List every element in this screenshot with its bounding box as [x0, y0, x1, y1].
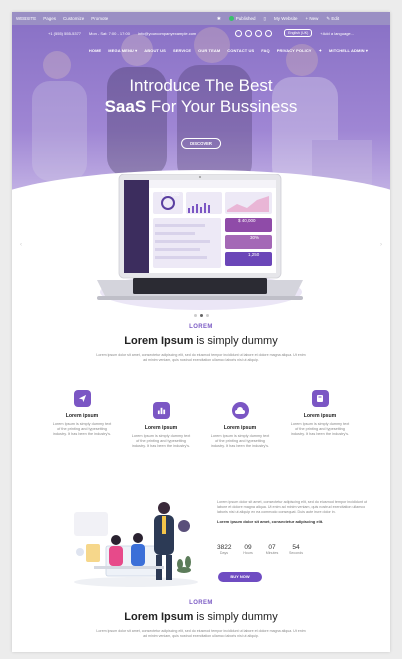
countdown-value: 54 — [292, 544, 300, 551]
published-dot — [228, 16, 234, 22]
nav-contact-us[interactable]: CONTACT US — [227, 48, 254, 53]
countdown-hours: 09 Hours — [241, 544, 255, 555]
new-button[interactable]: + New — [305, 16, 318, 21]
dash-stat-3: 1,250 — [248, 252, 260, 257]
countdown-label: Seconds — [289, 551, 303, 555]
nav-about-us[interactable]: ABOUT US — [144, 48, 166, 53]
mobile-icon[interactable]: ▯ — [264, 16, 266, 22]
dash-stat-2: 30% — [250, 235, 260, 240]
hero-line-2-bold: SaaS — [104, 97, 147, 116]
slider-pager — [12, 314, 390, 317]
hero-line-2: SaaS For Your Bussiness — [12, 96, 390, 117]
admin-item-pages[interactable]: Pages — [43, 16, 56, 21]
slider-prev-icon[interactable]: ‹ — [20, 242, 22, 248]
facebook-icon[interactable] — [235, 29, 243, 37]
nav-search-icon[interactable]: ✦ — [319, 48, 322, 53]
admin-bar: WEBSITE Pages Customize Promote ✱ Publis… — [12, 12, 390, 25]
feature-title: Lorem ipsum — [223, 425, 257, 431]
book-icon — [311, 390, 329, 407]
pager-dot[interactable] — [193, 314, 197, 317]
edit-button[interactable]: ✎ Edit — [326, 16, 339, 22]
pager-dot[interactable] — [205, 314, 209, 317]
hero-title: Introduce The Best SaaS For Your Bussine… — [12, 75, 390, 117]
page-frame: WEBSITE Pages Customize Promote ✱ Publis… — [12, 12, 390, 652]
nav-user-menu[interactable]: MITCHELL ADMIN ▾ — [329, 48, 368, 53]
promo-paragraph: Lorem ipsum dolor sit amet, consectetur … — [217, 500, 368, 514]
feature-desc: Lorem Ipsum is simply dummy text of the … — [210, 434, 270, 448]
email-text[interactable]: info@yourcompanyexample.com — [138, 31, 196, 36]
countdown-days: 3822 Days — [217, 544, 231, 555]
section-2-title-rest: is simply dummy — [193, 611, 278, 623]
section-1-title-bold: Lorem Ipsum — [124, 335, 194, 347]
section-1-title: Lorem Ipsum is simply dummy — [12, 335, 390, 347]
published-toggle[interactable]: Published — [228, 15, 256, 22]
section-1-title-rest: is simply dummy — [193, 335, 278, 347]
pager-dot-active[interactable] — [199, 314, 203, 317]
instagram-icon[interactable] — [265, 29, 273, 37]
hero-line-2-rest: For Your Bussiness — [150, 97, 298, 116]
feature-desc: Lorem Ipsum is simply dummy text of the … — [290, 422, 350, 436]
countdown-minutes: 07 Minutes — [265, 544, 279, 555]
laptop-mockup — [97, 174, 303, 300]
feature-desc: Lorem Ipsum is simply dummy text of the … — [52, 422, 112, 436]
add-language-link[interactable]: +Add a language... — [320, 31, 354, 36]
send-icon — [73, 390, 91, 407]
phone-text: +1 (555) 555-5377 — [48, 30, 82, 36]
section-2-paragraph: Lorem ipsum dolor sit amet, consectetur … — [96, 629, 306, 638]
countdown-label: Hours — [243, 551, 253, 555]
nav-privacy-policy[interactable]: PRIVACY POLICY — [277, 48, 312, 53]
published-label: Published — [235, 15, 256, 21]
nav-faq[interactable]: FAQ — [261, 48, 270, 53]
hours-text: Mon - Sat: 7:00 - 17:00 — [89, 30, 130, 36]
feature-card-2: Lorem ipsum Lorem Ipsum is simply dummy … — [131, 402, 191, 449]
countdown-label: Days — [219, 551, 229, 555]
feature-desc: Lorem Ipsum is simply dummy text of the … — [131, 434, 191, 448]
dash-price: $ 10,000 — [162, 192, 180, 197]
nav-home[interactable]: HOME — [89, 48, 101, 53]
team-illustration — [74, 502, 198, 587]
countdown-value: 3822 — [217, 544, 232, 551]
hero-line-1: Introduce The Best — [129, 76, 273, 95]
feature-title: Lorem ipsum — [144, 425, 178, 431]
section-2-title-bold: Lorem Ipsum — [124, 611, 194, 623]
my-website-menu[interactable]: My Website — [274, 16, 297, 21]
top-info-bar: +1 (555) 555-5377 Mon - Sat: 7:00 - 17:0… — [12, 29, 390, 37]
social-icons — [235, 29, 273, 37]
nav-our-team[interactable]: OUR TEAM — [198, 48, 220, 53]
buy-now-button[interactable]: BUY NOW — [218, 572, 262, 582]
countdown-value: 07 — [268, 544, 276, 551]
countdown-seconds: 54 Seconds — [289, 544, 303, 555]
promo-text: Lorem ipsum dolor sit amet, consectetur … — [217, 500, 369, 528]
countdown-label: Minutes — [265, 551, 279, 555]
admin-right: ✱ Published ▯ My Website + New ✎ Edit — [217, 16, 369, 22]
nav-mega-menu[interactable]: MEGA MENU ▾ — [108, 48, 137, 53]
countdown-value: 09 — [244, 544, 252, 551]
feature-card-3: Lorem ipsum Lorem Ipsum is simply dummy … — [210, 402, 270, 449]
admin-site-menu[interactable]: WEBSITE — [16, 16, 36, 21]
admin-item-promote[interactable]: Promote — [91, 16, 108, 21]
bug-icon[interactable]: ✱ — [217, 16, 221, 22]
countdown: 3822 Days 09 Hours 07 Minutes 54 Seconds — [217, 544, 303, 555]
feature-title: Lorem ipsum — [303, 413, 337, 419]
main-nav: HOME MEGA MENU ▾ ABOUT US SERVICE OUR TE… — [89, 48, 368, 53]
feature-card-1: Lorem ipsum Lorem Ipsum is simply dummy … — [52, 390, 112, 437]
feature-title: Lorem ipsum — [65, 413, 99, 419]
slider-next-icon[interactable]: › — [380, 242, 382, 248]
language-select[interactable]: English (UK) — [284, 29, 313, 37]
section-2-eyebrow: LOREM — [189, 600, 213, 606]
section-2-title: Lorem Ipsum is simply dummy — [12, 611, 390, 623]
dash-stat-1: $ 40,000 — [238, 218, 256, 223]
admin-item-customize[interactable]: Customize — [63, 16, 84, 21]
cloud-icon — [231, 402, 249, 419]
section-1-eyebrow: LOREM — [189, 324, 213, 330]
nav-service[interactable]: SERVICE — [173, 48, 191, 53]
linkedin-icon[interactable] — [255, 29, 263, 37]
chart-icon — [152, 402, 170, 419]
promo-bold-text: Lorem ipsum dolor sit amet, consectetur … — [217, 518, 324, 524]
twitter-icon[interactable] — [245, 29, 253, 37]
section-1-paragraph: Lorem ipsum dolor sit amet, consectetur … — [96, 353, 306, 362]
discover-button[interactable]: DISCOVER — [181, 138, 221, 149]
feature-card-4: Lorem ipsum Lorem Ipsum is simply dummy … — [290, 390, 350, 437]
